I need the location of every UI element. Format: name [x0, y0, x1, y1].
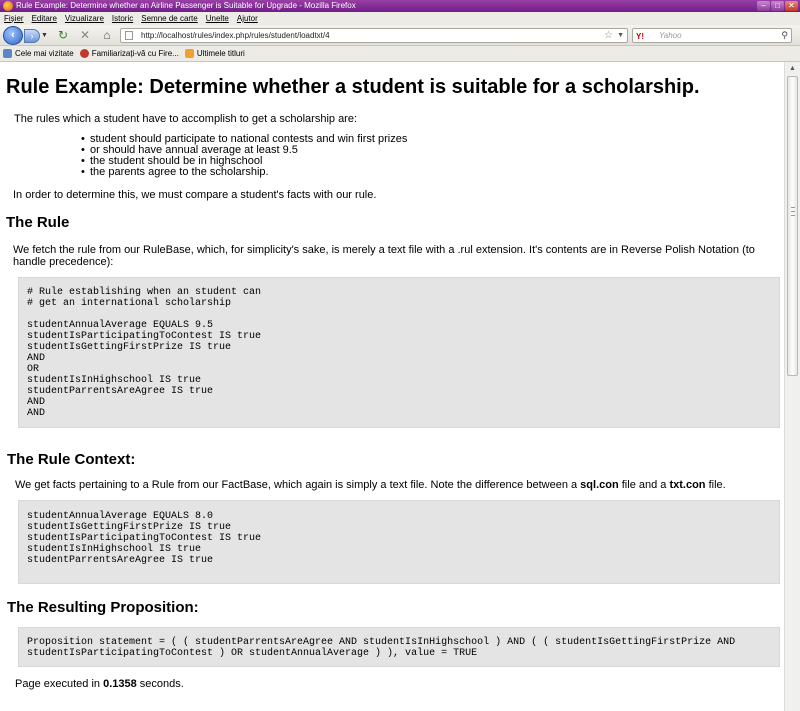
menu-view[interactable]: Vizualizare: [65, 12, 104, 25]
rule-description: We fetch the rule from our RuleBase, whi…: [13, 244, 755, 268]
proposition-code-block: Proposition statement = ( ( studentParre…: [18, 627, 780, 667]
txt-con-label: txt.con: [669, 479, 706, 491]
menu-file[interactable]: Fișier: [4, 12, 24, 25]
yahoo-icon[interactable]: Y!: [636, 30, 644, 43]
most-visited-icon: [3, 49, 12, 58]
menu-tools[interactable]: Unelte: [206, 12, 229, 25]
window-title: Rule Example: Determine whether an Airli…: [16, 1, 356, 10]
home-icon[interactable]: ⌂: [100, 28, 114, 42]
page-icon: [125, 31, 133, 40]
scroll-up-icon[interactable]: ▲: [785, 62, 800, 76]
menu-bar: Fișier Editare Vizualizare Istoric Semne…: [0, 12, 800, 25]
search-icon[interactable]: ⚲: [781, 29, 788, 42]
menu-bookmarks[interactable]: Semne de carte: [141, 12, 197, 25]
execution-time-text: Page executed in 0.1358 seconds.: [15, 678, 184, 690]
execution-time-value: 0.1358: [103, 678, 137, 690]
bookmark-label: Familiarizați-vă cu Fire...: [91, 48, 179, 58]
scrollbar-thumb[interactable]: [787, 76, 798, 376]
context-text-part: file and a: [618, 479, 670, 491]
reload-icon[interactable]: ↻: [56, 28, 70, 42]
bookmark-latest-headlines[interactable]: Ultimele titluri: [184, 46, 245, 61]
bookmark-label: Cele mai vizitate: [15, 48, 74, 58]
minimize-icon[interactable]: –: [757, 1, 770, 11]
context-text: We get facts pertaining to a Rule from o…: [15, 479, 726, 491]
menu-help[interactable]: Ajutor: [237, 12, 258, 25]
execution-prefix: Page executed in: [15, 678, 104, 690]
context-text-part: file.: [705, 479, 726, 491]
forward-button[interactable]: ›: [24, 29, 40, 43]
history-dropdown-icon[interactable]: ▼: [41, 32, 48, 39]
bookmark-star-icon[interactable]: ☆: [604, 29, 613, 42]
window-controls: – □ ✕: [757, 1, 798, 11]
list-item: the parents agree to the scholarship.: [81, 167, 407, 179]
back-button[interactable]: ‹: [3, 26, 23, 45]
rule-code-block: # Rule establishing when an student can …: [18, 277, 780, 428]
bookmark-getting-started[interactable]: Familiarizați-vă cu Fire...: [79, 46, 179, 61]
stop-icon[interactable]: ✕: [78, 28, 92, 42]
window-titlebar: Rule Example: Determine whether an Airli…: [0, 0, 800, 12]
menu-history[interactable]: Istoric: [112, 12, 133, 25]
bookmark-label: Ultimele titluri: [196, 48, 245, 58]
context-text-part: We get facts pertaining to a Rule from o…: [15, 479, 581, 491]
page-title: Rule Example: Determine whether a studen…: [6, 76, 700, 98]
address-bar[interactable]: http://localhost/rules/index.php/rules/s…: [120, 28, 628, 43]
vertical-scrollbar[interactable]: ▲: [784, 62, 800, 711]
navigation-toolbar: ‹ › ▼ ↻ ✕ ⌂ http://localhost/rules/index…: [0, 25, 800, 46]
rule-heading: The Rule: [6, 214, 70, 231]
search-input[interactable]: Y! Yahoo ⚲: [632, 28, 792, 43]
intro-text: The rules which a student have to accomp…: [14, 113, 358, 125]
bookmark-most-visited[interactable]: Cele mai vizitate: [3, 46, 74, 61]
grip-icon: [791, 207, 795, 216]
proposition-heading: The Resulting Proposition:: [7, 599, 199, 616]
rules-list: student should participate to national c…: [81, 134, 407, 179]
url-dropdown-icon[interactable]: ▼: [617, 29, 624, 42]
bookmarks-toolbar: Cele mai vizitate Familiarizați-vă cu Fi…: [0, 46, 800, 62]
context-heading: The Rule Context:: [7, 451, 136, 468]
firefox-bookmark-icon: [79, 49, 89, 58]
close-icon[interactable]: ✕: [785, 1, 798, 11]
maximize-icon[interactable]: □: [771, 1, 784, 11]
rss-feed-icon: [184, 49, 194, 58]
firefox-icon: [3, 1, 13, 11]
compare-text: In order to determine this, we must comp…: [13, 189, 377, 201]
menu-edit[interactable]: Editare: [32, 12, 57, 25]
context-code-block: studentAnnualAverage EQUALS 8.0 studentI…: [18, 500, 780, 584]
page-content: Rule Example: Determine whether a studen…: [0, 62, 784, 711]
sql-con-label: sql.con: [580, 479, 619, 491]
url-text: http://localhost/rules/index.php/rules/s…: [141, 31, 330, 40]
execution-suffix: seconds.: [136, 678, 184, 690]
search-placeholder: Yahoo: [659, 31, 682, 40]
